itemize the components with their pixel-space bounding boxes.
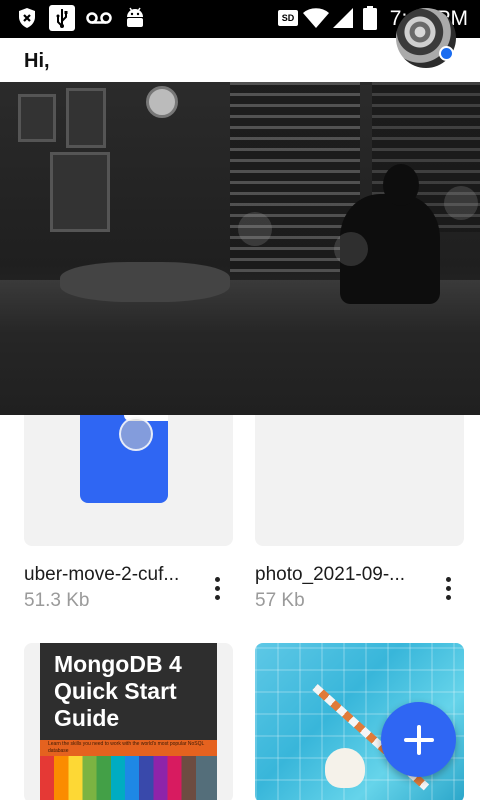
bokeh-light: [444, 186, 478, 220]
notification-dot: [439, 46, 454, 61]
ceiling-lamp: [146, 86, 178, 118]
shield-x-icon: [14, 6, 40, 30]
add-button[interactable]: [381, 702, 456, 777]
wifi-icon: [302, 6, 330, 30]
guitarist-head: [383, 164, 419, 206]
book-cover-band: Learn the skills you need to work with t…: [40, 740, 217, 756]
book-cover-stripes: [40, 756, 217, 800]
file-size: 57 Kb: [255, 590, 305, 611]
file-thumbnail-photo[interactable]: [255, 395, 464, 546]
bokeh-light: [238, 212, 272, 246]
file-thumbnail-book[interactable]: MongoDB 4 Quick Start Guide Learn the sk…: [24, 643, 233, 800]
wall-frame: [18, 94, 56, 142]
pillow: [60, 262, 230, 302]
duck-figure: [325, 748, 365, 788]
wall-frame: [50, 152, 110, 232]
touch-indicator: [119, 417, 153, 451]
file-size: 51.3 Kb: [24, 590, 90, 611]
usb-icon: [48, 5, 76, 31]
plus-icon: [403, 724, 434, 755]
book-cover-subtext: Learn the skills you need to work with t…: [48, 741, 205, 754]
battery-icon: [362, 6, 378, 30]
android-icon: [124, 6, 146, 30]
voicemail-icon: [86, 6, 112, 30]
sd-card-icon: SD: [278, 10, 298, 26]
wall-frame: [66, 88, 106, 148]
book-cover: MongoDB 4 Quick Start Guide Learn the sk…: [40, 643, 217, 800]
more-options-icon[interactable]: [436, 570, 460, 606]
more-options-icon[interactable]: [205, 570, 229, 606]
image-preview[interactable]: [0, 82, 480, 415]
bokeh-light: [334, 232, 368, 266]
signal-icon: [332, 6, 354, 30]
file-name: uber-move-2-cuf...: [24, 564, 180, 585]
file-name: photo_2021-09-...: [255, 564, 406, 585]
book-cover-title: MongoDB 4 Quick Start Guide: [54, 651, 182, 731]
greeting-text: Hi,: [24, 50, 50, 72]
